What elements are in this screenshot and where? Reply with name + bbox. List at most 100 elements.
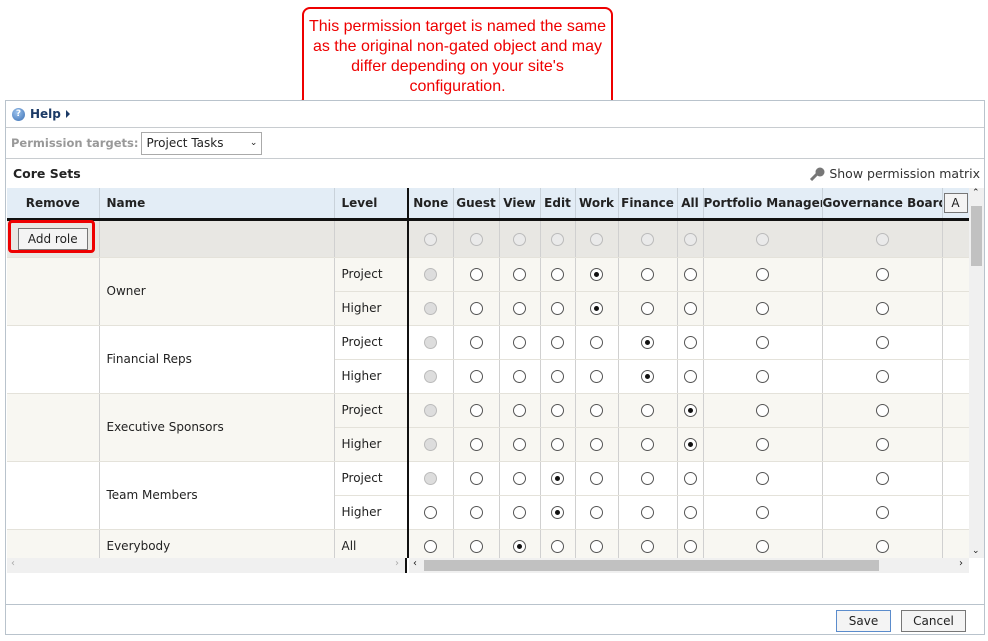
radio-work[interactable] (590, 370, 603, 383)
radio-work[interactable] (590, 404, 603, 417)
radio-work (590, 232, 603, 246)
radio-work[interactable] (590, 540, 603, 553)
radio-portfolio-manager[interactable] (756, 472, 769, 485)
horizontal-scrollbar[interactable]: ‹ › (409, 558, 969, 573)
radio-guest[interactable] (469, 472, 483, 485)
vertical-scroll-thumb[interactable] (971, 206, 982, 266)
frozen-horizontal-scrollbar[interactable]: ‹ › (7, 558, 407, 573)
radio-guest[interactable] (469, 540, 483, 553)
radio-governance-board[interactable] (875, 506, 889, 519)
radio-cell (408, 393, 454, 428)
radio-view[interactable] (513, 506, 526, 519)
radio-guest[interactable] (469, 336, 483, 349)
radio-all[interactable] (683, 370, 697, 383)
radio-view[interactable] (513, 370, 526, 383)
radio-finance[interactable] (641, 472, 654, 485)
radio-work[interactable] (590, 472, 603, 485)
radio-all[interactable] (683, 506, 697, 519)
radio-governance-board[interactable] (875, 438, 889, 451)
column-header-view: View (499, 188, 541, 221)
radio-portfolio-manager[interactable] (756, 370, 769, 383)
radio-work[interactable] (590, 438, 603, 451)
radio-governance-board[interactable] (875, 404, 889, 417)
radio-guest[interactable] (469, 268, 483, 281)
radio-all[interactable] (683, 404, 697, 417)
vertical-scrollbar[interactable]: ⌃ ⌄ (969, 188, 984, 558)
radio-work[interactable] (590, 302, 603, 315)
radio-view[interactable] (513, 472, 526, 485)
radio-portfolio-manager[interactable] (756, 404, 769, 417)
radio-governance-board[interactable] (875, 336, 889, 349)
scroll-up-icon[interactable]: ⌃ (972, 188, 980, 198)
radio-cell (677, 427, 704, 462)
help-bar[interactable]: ? Help (6, 101, 984, 128)
radio-guest[interactable] (469, 506, 483, 519)
permission-targets-row: Permission targets: Project Tasks ⌄ (6, 128, 984, 159)
radio-finance[interactable] (641, 404, 654, 417)
radio-guest[interactable] (469, 438, 483, 451)
radio-guest[interactable] (469, 302, 483, 315)
radio-portfolio-manager[interactable] (756, 438, 769, 451)
radio-cell (540, 529, 576, 558)
radio-guest[interactable] (469, 404, 483, 417)
radio-view[interactable] (513, 438, 526, 451)
scroll-left-icon[interactable]: ‹ (413, 558, 417, 569)
radio-portfolio-manager[interactable] (756, 268, 769, 281)
save-button[interactable]: Save (836, 610, 891, 632)
radio-view[interactable] (513, 404, 526, 417)
radio-edit[interactable] (551, 268, 564, 281)
radio-portfolio-manager[interactable] (756, 540, 769, 553)
radio-cell (408, 529, 454, 558)
radio-edit[interactable] (551, 404, 564, 417)
radio-finance[interactable] (641, 268, 654, 281)
radio-all[interactable] (683, 302, 697, 315)
radio-finance[interactable] (641, 336, 654, 349)
radio-all[interactable] (683, 336, 697, 349)
scroll-right-icon[interactable]: › (395, 558, 399, 569)
scroll-left-icon[interactable]: ‹ (11, 558, 15, 569)
radio-view[interactable] (513, 268, 526, 281)
radio-governance-board[interactable] (875, 472, 889, 485)
help-label[interactable]: Help (30, 107, 61, 121)
radio-edit[interactable] (551, 438, 564, 451)
cancel-button[interactable]: Cancel (901, 610, 966, 632)
radio-portfolio-manager[interactable] (756, 336, 769, 349)
radio-edit[interactable] (551, 506, 564, 519)
radio-edit[interactable] (551, 302, 564, 315)
radio-finance[interactable] (641, 540, 654, 553)
radio-finance[interactable] (641, 302, 654, 315)
add-column-button[interactable]: A (943, 192, 968, 213)
radio-governance-board[interactable] (875, 370, 889, 383)
radio-view[interactable] (513, 336, 526, 349)
radio-edit[interactable] (551, 472, 564, 485)
radio-portfolio-manager[interactable] (756, 302, 769, 315)
scroll-right-icon[interactable]: › (959, 558, 963, 569)
radio-view[interactable] (513, 540, 526, 553)
radio-portfolio-manager[interactable] (756, 506, 769, 519)
radio-finance[interactable] (641, 506, 654, 519)
radio-finance[interactable] (641, 370, 654, 383)
permission-targets-select[interactable]: Project Tasks ⌄ (141, 131, 263, 155)
radio-finance[interactable] (641, 438, 654, 451)
radio-edit[interactable] (551, 336, 564, 349)
scroll-down-icon[interactable]: ⌄ (972, 546, 980, 556)
show-permission-matrix-link[interactable]: Show permission matrix (809, 166, 980, 181)
radio-view[interactable] (513, 302, 526, 315)
radio-work[interactable] (590, 336, 603, 349)
horizontal-scroll-thumb[interactable] (424, 560, 879, 571)
radio-all[interactable] (683, 540, 697, 553)
radio-governance-board[interactable] (875, 302, 889, 315)
radio-governance-board[interactable] (875, 540, 889, 553)
radio-work[interactable] (590, 506, 603, 519)
radio-none[interactable] (424, 540, 438, 553)
radio-edit[interactable] (551, 370, 564, 383)
radio-guest[interactable] (469, 370, 483, 383)
radio-governance-board[interactable] (875, 268, 889, 281)
radio-all[interactable] (683, 438, 697, 451)
radio-edit[interactable] (551, 540, 564, 553)
radio-work[interactable] (590, 268, 603, 281)
radio-all[interactable] (683, 268, 697, 281)
radio-none[interactable] (424, 506, 438, 519)
radio-all[interactable] (683, 472, 697, 485)
radio-cell (677, 325, 704, 360)
